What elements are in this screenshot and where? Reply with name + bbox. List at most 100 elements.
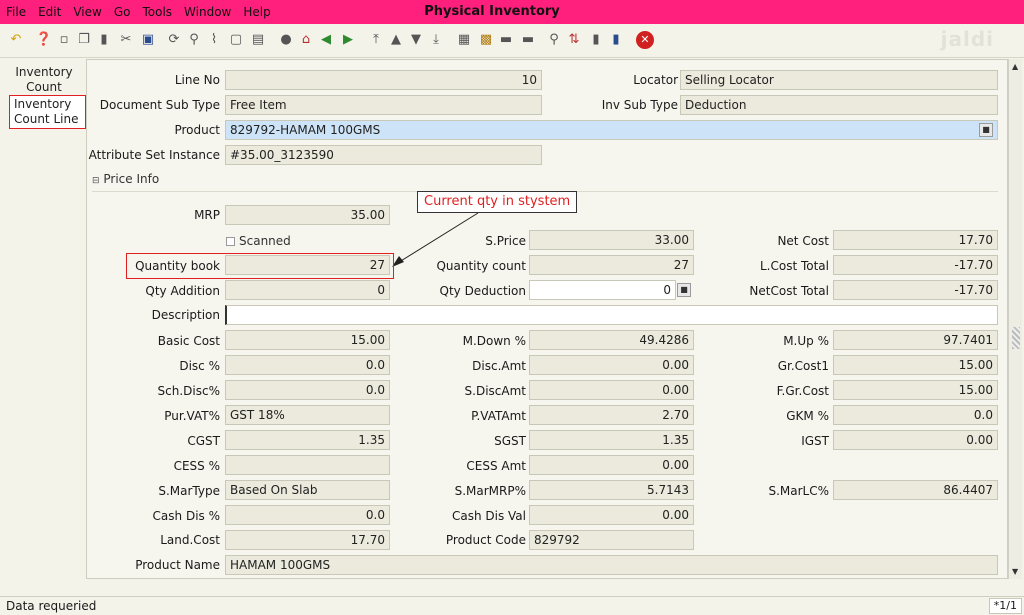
- document-sub-type-field[interactable]: Free Item: [225, 95, 542, 115]
- product-name-field[interactable]: HAMAM 100GMS: [225, 555, 998, 575]
- zoom-across-icon[interactable]: ⚲: [546, 32, 562, 48]
- locator-field[interactable]: Selling Locator: [680, 70, 998, 90]
- s-disc-amt-label: S.DiscAmt: [464, 384, 526, 398]
- igst-field[interactable]: 0.00: [833, 430, 998, 450]
- product-name-label: Product Name: [135, 558, 220, 572]
- new-record-icon[interactable]: ▫: [56, 32, 72, 48]
- qty-deduction-field[interactable]: 0: [529, 280, 676, 300]
- history-icon[interactable]: ●: [278, 32, 294, 48]
- find-icon[interactable]: ⚲: [186, 32, 202, 48]
- archive-icon[interactable]: ▩: [478, 32, 494, 48]
- quantity-book-label: Quantity book: [135, 259, 220, 273]
- detail-record-icon[interactable]: ▶: [340, 32, 356, 48]
- m-down-field[interactable]: 49.4286: [529, 330, 694, 350]
- disc-pct-field[interactable]: 0.0: [225, 355, 390, 375]
- land-cost-field[interactable]: 17.70: [225, 530, 390, 550]
- s-mar-type-field[interactable]: Based On Slab: [225, 480, 390, 500]
- status-bar: Data requeried: [0, 596, 1024, 615]
- delete-selection-icon[interactable]: ✂: [118, 32, 134, 48]
- sch-disc-field[interactable]: 0.0: [225, 380, 390, 400]
- mrp-field[interactable]: 35.00: [225, 205, 390, 225]
- inv-sub-type-field[interactable]: Deduction: [680, 95, 998, 115]
- land-cost-label: Land.Cost: [160, 533, 220, 547]
- gkm-field[interactable]: 0.0: [833, 405, 998, 425]
- qty-deduction-calculator-icon[interactable]: ■: [677, 283, 691, 297]
- quantity-count-field[interactable]: 27: [529, 255, 694, 275]
- price-info-section[interactable]: ⊟ Price Info: [92, 172, 998, 192]
- attachment-icon[interactable]: ⌇: [206, 32, 222, 48]
- p-vat-amt-field[interactable]: 2.70: [529, 405, 694, 425]
- net-cost-field[interactable]: 17.70: [833, 230, 998, 250]
- igst-label: IGST: [801, 434, 829, 448]
- scanned-box[interactable]: [226, 237, 235, 246]
- refresh-icon[interactable]: ⟳: [166, 32, 182, 48]
- first-record-icon[interactable]: ⤒: [368, 32, 384, 48]
- cgst-label: CGST: [187, 434, 220, 448]
- disc-pct-label: Disc %: [179, 359, 220, 373]
- close-window-icon[interactable]: ✕: [636, 31, 654, 49]
- product-info-icon[interactable]: ▮: [608, 32, 624, 48]
- next-record-icon[interactable]: ▼: [408, 32, 424, 48]
- document-sub-type-label: Document Sub Type: [99, 98, 220, 112]
- previous-record-icon[interactable]: ▲: [388, 32, 404, 48]
- delete-icon[interactable]: ▮: [96, 32, 112, 48]
- basic-cost-field[interactable]: 15.00: [225, 330, 390, 350]
- s-disc-amt-field[interactable]: 0.00: [529, 380, 694, 400]
- product-code-label: Product Code: [445, 533, 526, 547]
- line-no-field[interactable]: 10: [225, 70, 542, 90]
- product-code-field[interactable]: 829792: [529, 530, 694, 550]
- attribute-set-instance-field[interactable]: #35.00_3123590: [225, 145, 542, 165]
- tab-inventory-count-line[interactable]: Inventory Count Line: [9, 95, 86, 129]
- scroll-thumb[interactable]: [1012, 327, 1020, 349]
- scroll-down-icon[interactable]: ▼: [1012, 567, 1018, 576]
- disc-amt-label: Disc.Amt: [472, 359, 526, 373]
- gr-cost1-field[interactable]: 15.00: [833, 355, 998, 375]
- grid-toggle-icon[interactable]: ▤: [250, 32, 266, 48]
- current-qty-annotation: Current qty in stystem: [417, 191, 578, 213]
- report-icon[interactable]: ▦: [456, 32, 472, 48]
- netcost-total-field[interactable]: -17.70: [833, 280, 998, 300]
- s-price-field[interactable]: 33.00: [529, 230, 694, 250]
- copy-record-icon[interactable]: ❐: [76, 32, 92, 48]
- s-mar-lc-label: S.MarLC%: [768, 484, 829, 498]
- f-gr-cost-field[interactable]: 15.00: [833, 380, 998, 400]
- s-mar-type-label: S.MarType: [158, 484, 220, 498]
- cess-amt-field[interactable]: 0.00: [529, 455, 694, 475]
- record-pager[interactable]: *1/1: [988, 598, 1022, 614]
- collapse-icon[interactable]: ⊟: [92, 176, 100, 186]
- l-cost-total-field[interactable]: -17.70: [833, 255, 998, 275]
- m-down-label: M.Down %: [462, 334, 526, 348]
- scroll-up-icon[interactable]: ▲: [1012, 62, 1018, 71]
- basic-cost-label: Basic Cost: [157, 334, 220, 348]
- description-field[interactable]: [225, 305, 998, 325]
- chat-icon[interactable]: ▢: [228, 32, 244, 48]
- print-icon[interactable]: ▬: [520, 32, 536, 48]
- home-icon[interactable]: ⌂: [298, 32, 314, 48]
- sgst-field[interactable]: 1.35: [529, 430, 694, 450]
- last-record-icon[interactable]: ⤓: [428, 32, 444, 48]
- print-preview-icon[interactable]: ▬: [498, 32, 514, 48]
- cess-pct-field[interactable]: [225, 455, 390, 475]
- scanned-checkbox[interactable]: Scanned: [226, 234, 291, 248]
- requests-icon[interactable]: ▮: [588, 32, 604, 48]
- cash-dis-val-field[interactable]: 0.00: [529, 505, 694, 525]
- help-icon[interactable]: ❓: [36, 32, 52, 48]
- cash-dis-pct-field[interactable]: 0.0: [225, 505, 390, 525]
- workflow-icon[interactable]: ⇅: [566, 32, 582, 48]
- product-field[interactable]: 829792-HAMAM 100GMS: [225, 120, 998, 140]
- undo-icon[interactable]: ↶: [8, 32, 24, 48]
- m-up-field[interactable]: 97.7401: [833, 330, 998, 350]
- quantity-book-field[interactable]: 27: [225, 255, 390, 275]
- tab-inventory-count[interactable]: Inventory Count: [8, 65, 80, 95]
- toolbar: ↶ ❓ ▫ ❐ ▮ ✂ ▣ ⟳ ⚲ ⌇ ▢ ▤ ● ⌂ ◀ ▶ ⤒ ▲ ▼ ⤓ …: [0, 24, 1024, 58]
- s-mar-mrp-field[interactable]: 5.7143: [529, 480, 694, 500]
- pur-vat-field[interactable]: GST 18%: [225, 405, 390, 425]
- qty-addition-field[interactable]: 0: [225, 280, 390, 300]
- vertical-scrollbar[interactable]: ▲ ▼: [1008, 59, 1022, 579]
- save-icon[interactable]: ▣: [140, 32, 156, 48]
- s-mar-lc-field[interactable]: 86.4407: [833, 480, 998, 500]
- cgst-field[interactable]: 1.35: [225, 430, 390, 450]
- product-lookup-icon[interactable]: ■: [979, 123, 993, 137]
- disc-amt-field[interactable]: 0.00: [529, 355, 694, 375]
- parent-record-icon[interactable]: ◀: [318, 32, 334, 48]
